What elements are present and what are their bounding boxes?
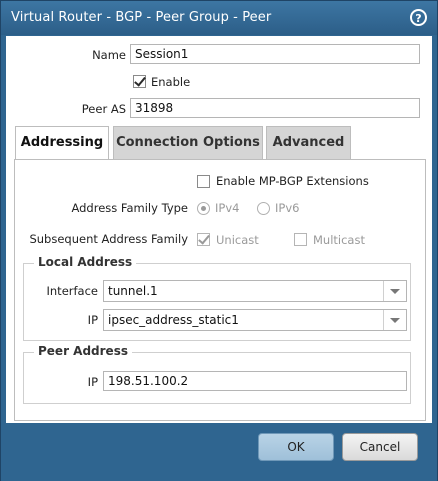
- mp-bgp-label: Enable MP-BGP Extensions: [216, 174, 369, 188]
- addressing-panel: Enable MP-BGP Extensions Address Family …: [14, 159, 426, 421]
- local-ip-label: IP: [87, 313, 98, 327]
- tab-advanced[interactable]: Advanced: [266, 126, 351, 159]
- local-address-group: Local Address Interface tunnel.1 IP ipse…: [23, 255, 411, 341]
- dialog-title: Virtual Router - BGP - Peer Group - Peer: [11, 10, 272, 25]
- subsequent-family-label: Subsequent Address Family: [29, 232, 188, 246]
- unicast-checkbox[interactable]: [197, 233, 210, 246]
- dialog-footer: OK Cancel: [1, 423, 437, 481]
- tab-connection-options[interactable]: Connection Options: [113, 126, 263, 159]
- local-ip-value: ipsec_address_static1: [108, 313, 239, 327]
- local-ip-select[interactable]: ipsec_address_static1: [103, 309, 407, 331]
- cancel-button[interactable]: Cancel: [342, 433, 418, 461]
- help-icon[interactable]: ?: [410, 9, 427, 26]
- enable-label: Enable: [151, 75, 191, 89]
- address-family-label: Address Family Type: [71, 201, 188, 215]
- enable-checkbox[interactable]: [133, 75, 146, 88]
- name-input[interactable]: Session1: [130, 44, 420, 64]
- chevron-down-icon[interactable]: [383, 310, 406, 330]
- title-bar[interactable]: Virtual Router - BGP - Peer Group - Peer…: [1, 1, 437, 35]
- ok-button[interactable]: OK: [258, 433, 334, 461]
- peer-ip-label: IP: [87, 375, 98, 389]
- local-address-legend: Local Address: [34, 255, 137, 269]
- interface-value: tunnel.1: [108, 284, 158, 298]
- ipv6-label: IPv6: [275, 201, 300, 215]
- tab-addressing[interactable]: Addressing: [15, 126, 109, 161]
- mp-bgp-checkbox[interactable]: [197, 175, 210, 188]
- peer-as-label: Peer AS: [81, 102, 126, 116]
- peer-as-input[interactable]: 31898: [130, 98, 420, 118]
- ipv6-radio[interactable]: [257, 202, 270, 215]
- peer-ip-input[interactable]: 198.51.100.2: [103, 371, 407, 391]
- interface-label: Interface: [46, 284, 99, 298]
- name-label: Name: [92, 48, 126, 62]
- chevron-down-icon[interactable]: [383, 281, 406, 301]
- peer-dialog: Virtual Router - BGP - Peer Group - Peer…: [0, 0, 438, 481]
- peer-address-legend: Peer Address: [34, 344, 132, 358]
- ipv4-label: IPv4: [215, 201, 240, 215]
- peer-address-group: Peer Address IP 198.51.100.2: [23, 344, 411, 404]
- multicast-checkbox[interactable]: [294, 233, 307, 246]
- multicast-label: Multicast: [313, 233, 365, 247]
- ipv4-radio[interactable]: [197, 202, 210, 215]
- unicast-label: Unicast: [216, 233, 259, 247]
- interface-select[interactable]: tunnel.1: [103, 280, 407, 302]
